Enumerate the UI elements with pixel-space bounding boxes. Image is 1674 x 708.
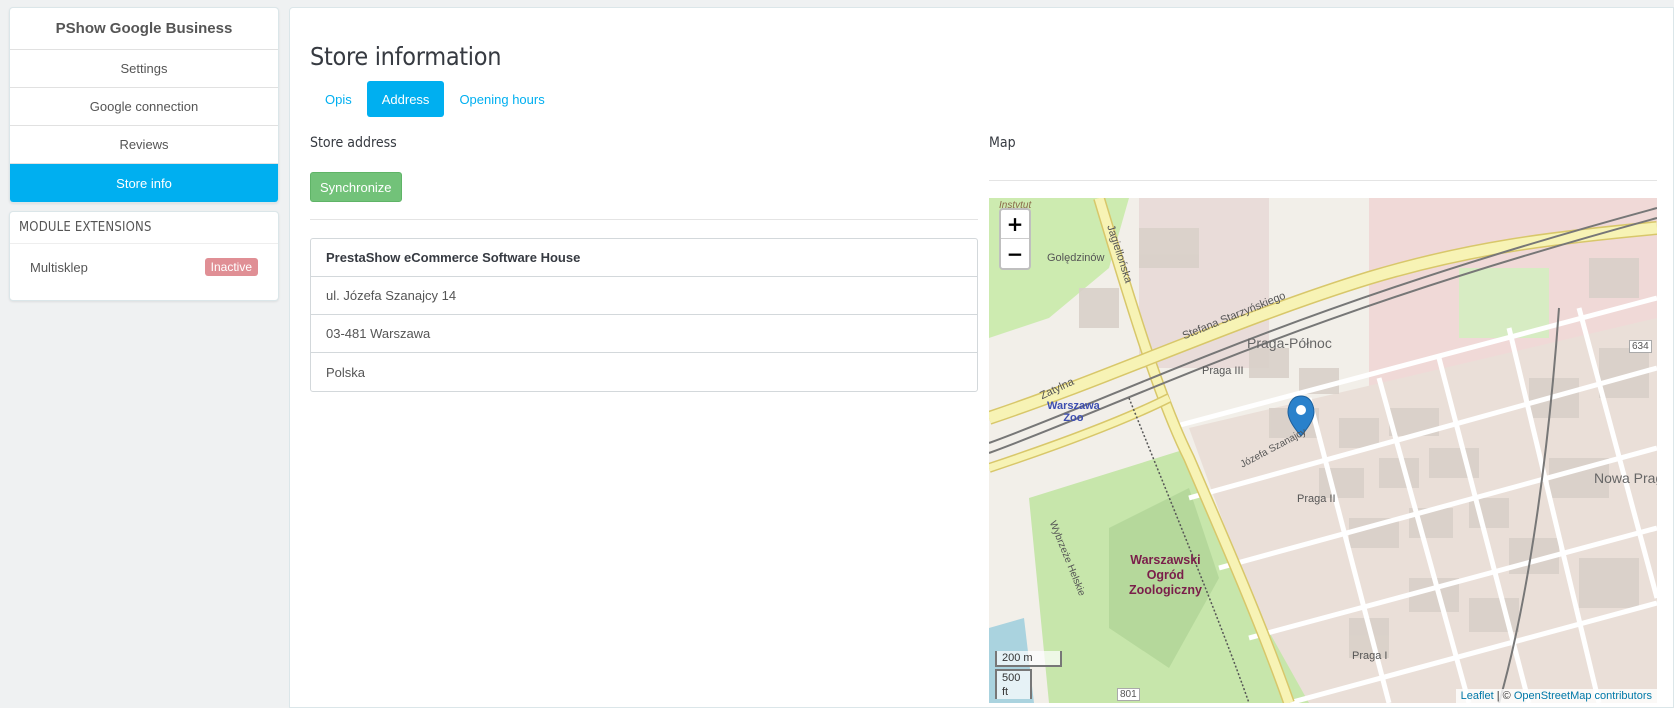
- osm-link[interactable]: OpenStreetMap contributors: [1514, 690, 1652, 702]
- scale-metric: 200 m: [995, 651, 1062, 667]
- map-label-zoo-line2: Ogród: [1146, 568, 1185, 582]
- zoom-out-button[interactable]: −: [1001, 239, 1029, 268]
- map-label-warszawa-zoo-line1: Warszawa: [1047, 400, 1100, 412]
- map-label: Map: [989, 135, 1016, 151]
- zoom-control: + −: [999, 208, 1031, 270]
- store-address-label: Store address: [310, 135, 397, 151]
- main-panel: Store information Opis Address Opening h…: [289, 7, 1674, 708]
- zoom-in-button[interactable]: +: [1001, 210, 1029, 239]
- tab-opis[interactable]: Opis: [310, 81, 367, 117]
- sidebar: PShow Google Business Settings Google co…: [9, 7, 279, 301]
- map-view[interactable]: Praga-Północ Praga III Praga II Praga I …: [989, 198, 1657, 703]
- module-extensions-panel: MODULE EXTENSIONS Multisklep Inactive: [9, 211, 279, 301]
- map-label-praga-ii: Praga II: [1297, 493, 1336, 505]
- address-company: PrestaShow eCommerce Software House: [311, 239, 977, 277]
- map-label-praga-i: Praga I: [1352, 650, 1388, 662]
- nav-item-store-info[interactable]: Store info: [10, 164, 278, 202]
- nav-item-settings[interactable]: Settings: [10, 50, 278, 88]
- address-city: 03-481 Warszawa: [311, 315, 977, 353]
- extension-row[interactable]: Multisklep Inactive: [10, 248, 278, 286]
- map-label-warszawa-zoo: Warszawa Zoo: [1047, 400, 1100, 424]
- status-badge: Inactive: [204, 258, 258, 276]
- module-nav: PShow Google Business Settings Google co…: [9, 7, 279, 203]
- extension-name: Multisklep: [30, 259, 88, 275]
- module-title: PShow Google Business: [10, 8, 278, 50]
- map-tiles: [989, 198, 1657, 703]
- tab-opening-hours[interactable]: Opening hours: [444, 81, 559, 117]
- map-label-zoo: Warszawski Ogród Zoologiczny: [1129, 553, 1202, 598]
- tab-bar: Opis Address Opening hours: [310, 81, 560, 117]
- map-label-nowa-praga: Nowa Prag: [1594, 470, 1657, 486]
- nav-item-reviews[interactable]: Reviews: [10, 126, 278, 164]
- module-extensions-header: MODULE EXTENSIONS: [10, 212, 278, 244]
- address-country: Polska: [326, 364, 366, 380]
- nav-item-google-connection[interactable]: Google connection: [10, 88, 278, 126]
- tab-address[interactable]: Address: [366, 81, 445, 117]
- map-label-praga-iii: Praga III: [1202, 365, 1244, 377]
- map-scale: 200 m 500 ft: [995, 651, 1062, 699]
- address-street: ul. Józefa Szanajcy 14: [311, 277, 977, 315]
- map-attribution: Leaflet | © OpenStreetMap contributors: [1455, 689, 1657, 703]
- synchronize-button[interactable]: Synchronize: [310, 172, 402, 202]
- map-label-zoo-line1: Warszawski: [1130, 553, 1201, 567]
- page-title: Store information: [310, 42, 502, 71]
- map-label-warszawa-zoo-line2: Zoo: [1063, 412, 1084, 424]
- road-634-badge: 634: [1629, 340, 1652, 353]
- leaflet-link[interactable]: Leaflet: [1461, 690, 1494, 702]
- map-label-goledzinow: Golędzinów: [1047, 252, 1105, 264]
- map-label-zoo-line3: Zoologiczny: [1129, 583, 1202, 597]
- map-label-praga-polnoc: Praga-Północ: [1247, 335, 1332, 351]
- divider: [310, 219, 978, 220]
- road-801-badge: 801: [1117, 688, 1140, 701]
- scale-imperial: 500 ft: [995, 669, 1032, 699]
- attribution-separator: | ©: [1493, 690, 1514, 702]
- address-list: PrestaShow eCommerce Software House ul. …: [310, 238, 978, 392]
- divider: [989, 180, 1657, 181]
